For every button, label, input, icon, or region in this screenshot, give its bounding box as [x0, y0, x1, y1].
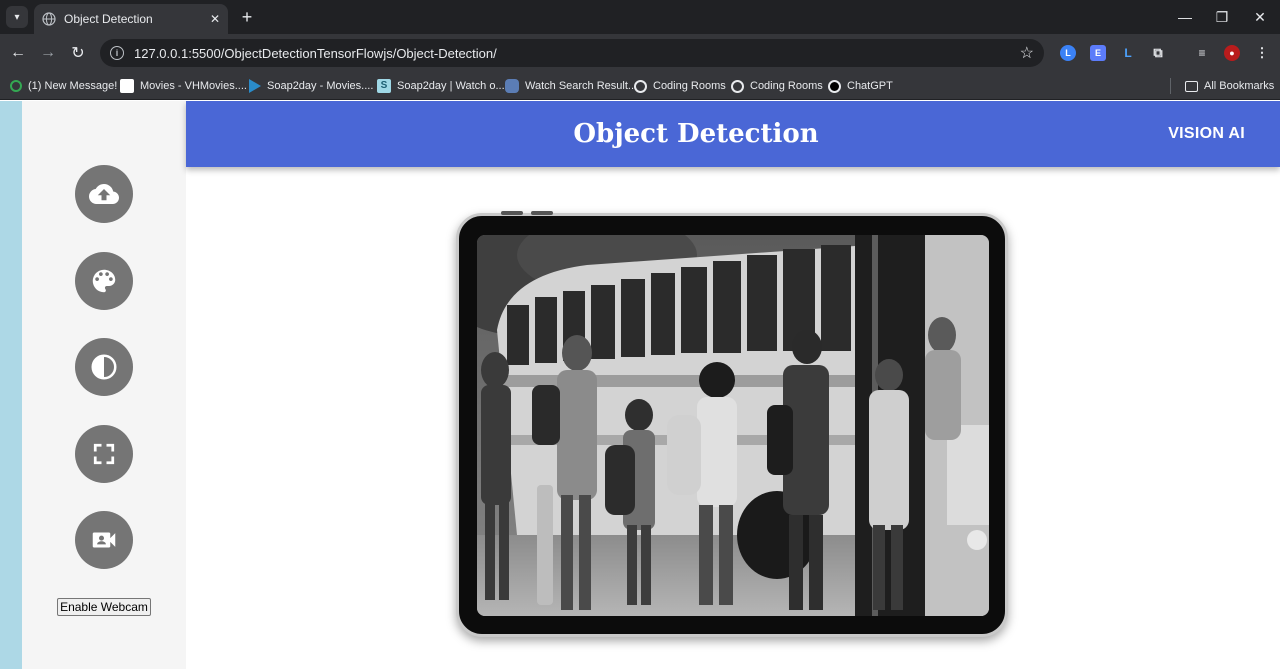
minimize-icon: —: [1178, 9, 1192, 25]
page-content: Enable Webcam Object Detection VISION AI: [0, 101, 1280, 669]
puzzle-icon[interactable]: ⧉: [1150, 45, 1166, 61]
bookmarks-bar: (1) New Message! Movies - VHMovies.... S…: [0, 72, 1280, 100]
detection-image[interactable]: [477, 235, 989, 616]
grayscale-photo: [477, 235, 989, 616]
cloud-upload-icon: [89, 184, 119, 204]
close-icon[interactable]: ✕: [210, 12, 220, 26]
app-header: Object Detection VISION AI: [186, 101, 1280, 167]
bookmark-item[interactable]: Coding Rooms: [634, 78, 726, 94]
s-logo-icon: S: [377, 79, 391, 93]
tab-title: Object Detection: [64, 12, 153, 26]
avatar[interactable]: ●: [1224, 45, 1240, 61]
binoculars-icon: [505, 79, 519, 93]
page-title: Object Detection: [573, 119, 819, 149]
bookmark-item[interactable]: Soap2day - Movies....: [249, 78, 373, 94]
bookmark-label: Movies - VHMovies....: [140, 80, 247, 92]
palette-icon: [92, 269, 116, 293]
all-bookmarks[interactable]: All Bookmarks: [1185, 78, 1274, 94]
coding-rooms-icon: [634, 79, 647, 93]
bookmark-separator: [1170, 78, 1171, 94]
play-icon: [249, 79, 261, 93]
info-icon[interactable]: i: [110, 46, 124, 60]
chevron-down-icon: ▾: [14, 11, 20, 23]
extension-l-icon[interactable]: L: [1060, 45, 1076, 61]
bookmark-label: (1) New Message!: [28, 80, 118, 92]
video-camera-button[interactable]: [75, 511, 133, 569]
all-bookmarks-label: All Bookmarks: [1204, 80, 1275, 92]
arrow-right-icon: →: [40, 44, 56, 61]
restore-button[interactable]: ❐: [1207, 4, 1237, 30]
folder-icon: [1185, 80, 1198, 92]
tablet-frame: [456, 211, 1008, 637]
tablet-volume-button: [501, 211, 523, 215]
reload-icon: ↻: [71, 45, 85, 62]
close-icon: ✕: [1254, 8, 1266, 25]
bookmark-item[interactable]: Coding Rooms: [731, 78, 823, 94]
extension-l2-icon[interactable]: L: [1120, 45, 1136, 61]
close-window-button[interactable]: ✕: [1245, 4, 1275, 30]
enable-webcam-button[interactable]: Enable Webcam: [57, 598, 151, 616]
bookmark-label: Coding Rooms: [653, 80, 726, 92]
contrast-button[interactable]: [75, 338, 133, 396]
arrow-left-icon: ←: [10, 44, 26, 61]
palette-button[interactable]: [75, 252, 133, 310]
brand-name[interactable]: VISION AI: [1168, 101, 1245, 167]
bookmark-label: Soap2day | Watch o...: [397, 80, 505, 92]
sidebar: Enable Webcam: [22, 101, 186, 669]
forward-button[interactable]: →: [36, 41, 60, 65]
fullscreen-icon: [93, 443, 115, 465]
contrast-icon: [91, 354, 117, 380]
bookmark-item[interactable]: Movies - VHMovies....: [120, 78, 247, 94]
white-page-icon: [120, 79, 134, 93]
video-camera-icon: [92, 532, 116, 548]
fullscreen-button[interactable]: [75, 425, 133, 483]
bookmark-label: Soap2day - Movies....: [267, 80, 374, 92]
bookmark-item[interactable]: ChatGPT: [828, 78, 893, 94]
new-tab-button[interactable]: +: [236, 6, 258, 28]
menu-icon[interactable]: ⋮: [1254, 45, 1270, 61]
green-circle-icon: [10, 80, 22, 92]
tablet-volume-button: [531, 211, 553, 215]
chatgpt-icon: [828, 79, 841, 93]
back-button[interactable]: ←: [6, 41, 30, 65]
bookmark-item[interactable]: Watch Search Result...: [505, 78, 637, 94]
bookmark-label: Watch Search Result...: [525, 80, 638, 92]
media-control-icon[interactable]: ≡: [1194, 45, 1210, 61]
reload-button[interactable]: ↻: [66, 41, 90, 65]
restore-icon: ❐: [1215, 8, 1229, 25]
upload-button[interactable]: [75, 165, 133, 223]
bookmark-label: Coding Rooms: [750, 80, 823, 92]
plus-icon: +: [241, 6, 253, 27]
tab-search-button[interactable]: ▾: [6, 6, 28, 28]
browser-tab-bar: ▾ Object Detection ✕ + — ❐ ✕: [0, 0, 1280, 34]
star-icon[interactable]: ☆: [1020, 43, 1034, 63]
browser-toolbar: ← → ↻ i 127.0.0.1:5500/ObjectDetectionTe…: [0, 34, 1280, 72]
address-bar[interactable]: i 127.0.0.1:5500/ObjectDetectionTensorFl…: [100, 39, 1044, 67]
globe-icon: [42, 12, 56, 26]
bookmark-item[interactable]: (1) New Message!: [10, 78, 117, 94]
extension-e-icon[interactable]: E: [1090, 45, 1106, 61]
bookmark-label: ChatGPT: [847, 80, 893, 92]
minimize-button[interactable]: —: [1170, 4, 1200, 30]
bookmark-item[interactable]: S Soap2day | Watch o...: [377, 78, 505, 94]
left-accent-strip: [0, 101, 22, 669]
browser-tab[interactable]: Object Detection ✕: [34, 4, 228, 34]
coding-rooms-icon: [731, 79, 744, 93]
url-text[interactable]: 127.0.0.1:5500/ObjectDetectionTensorFlow…: [134, 46, 1020, 61]
